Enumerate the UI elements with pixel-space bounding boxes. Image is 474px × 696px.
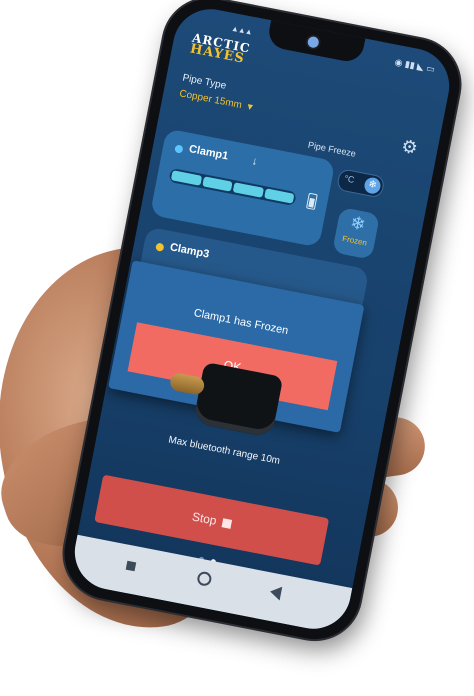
status-bar-left: ▴ ▴ ▴	[232, 23, 253, 37]
status-indicator	[155, 242, 165, 252]
pipe-type-value: Copper 15mm	[178, 88, 243, 112]
app-logo: ARCTIC HAYES	[189, 31, 252, 67]
pipe-type-dropdown[interactable]: Copper 15mm ▼	[178, 88, 255, 113]
gear-icon[interactable]: ⚙	[398, 135, 421, 159]
clamp-name: Clamp3	[168, 241, 211, 261]
status-bar-right: ◉ ▮▮ ◣ ▭	[393, 56, 436, 75]
home-icon[interactable]	[196, 570, 213, 587]
battery-icon	[305, 192, 318, 211]
clamp-device-image	[192, 361, 284, 438]
stop-label: Stop	[190, 509, 218, 528]
clamp-name: Clamp1	[187, 143, 230, 163]
back-icon[interactable]	[268, 584, 283, 601]
progress-segment	[232, 182, 264, 198]
pipe-freeze-label: Pipe Freeze	[307, 139, 357, 159]
snowflake-icon: ❄	[363, 176, 382, 196]
progress-segment	[170, 170, 202, 186]
chevron-down-icon: ▼	[244, 101, 256, 113]
frozen-badge: ❄ Frozen	[332, 206, 381, 260]
unit-label: °C	[343, 173, 356, 185]
progress-segment	[263, 188, 295, 204]
progress-segment	[201, 176, 233, 192]
stop-icon	[221, 518, 232, 529]
phone-device: ▴ ▴ ▴ ◉ ▮▮ ◣ ▭ ARCTIC HAYES Pipe Type Co…	[56, 0, 468, 648]
app-screen: ▴ ▴ ▴ ◉ ▮▮ ◣ ▭ ARCTIC HAYES Pipe Type Co…	[68, 2, 456, 636]
status-indicator	[174, 144, 184, 154]
device-caption: Max bluetooth range 10m	[167, 434, 281, 467]
freeze-progress-bar	[168, 167, 297, 207]
recents-icon[interactable]	[125, 560, 137, 572]
arrow-down-icon: ↓	[250, 155, 259, 169]
unit-toggle[interactable]: °C ❄	[336, 168, 386, 199]
